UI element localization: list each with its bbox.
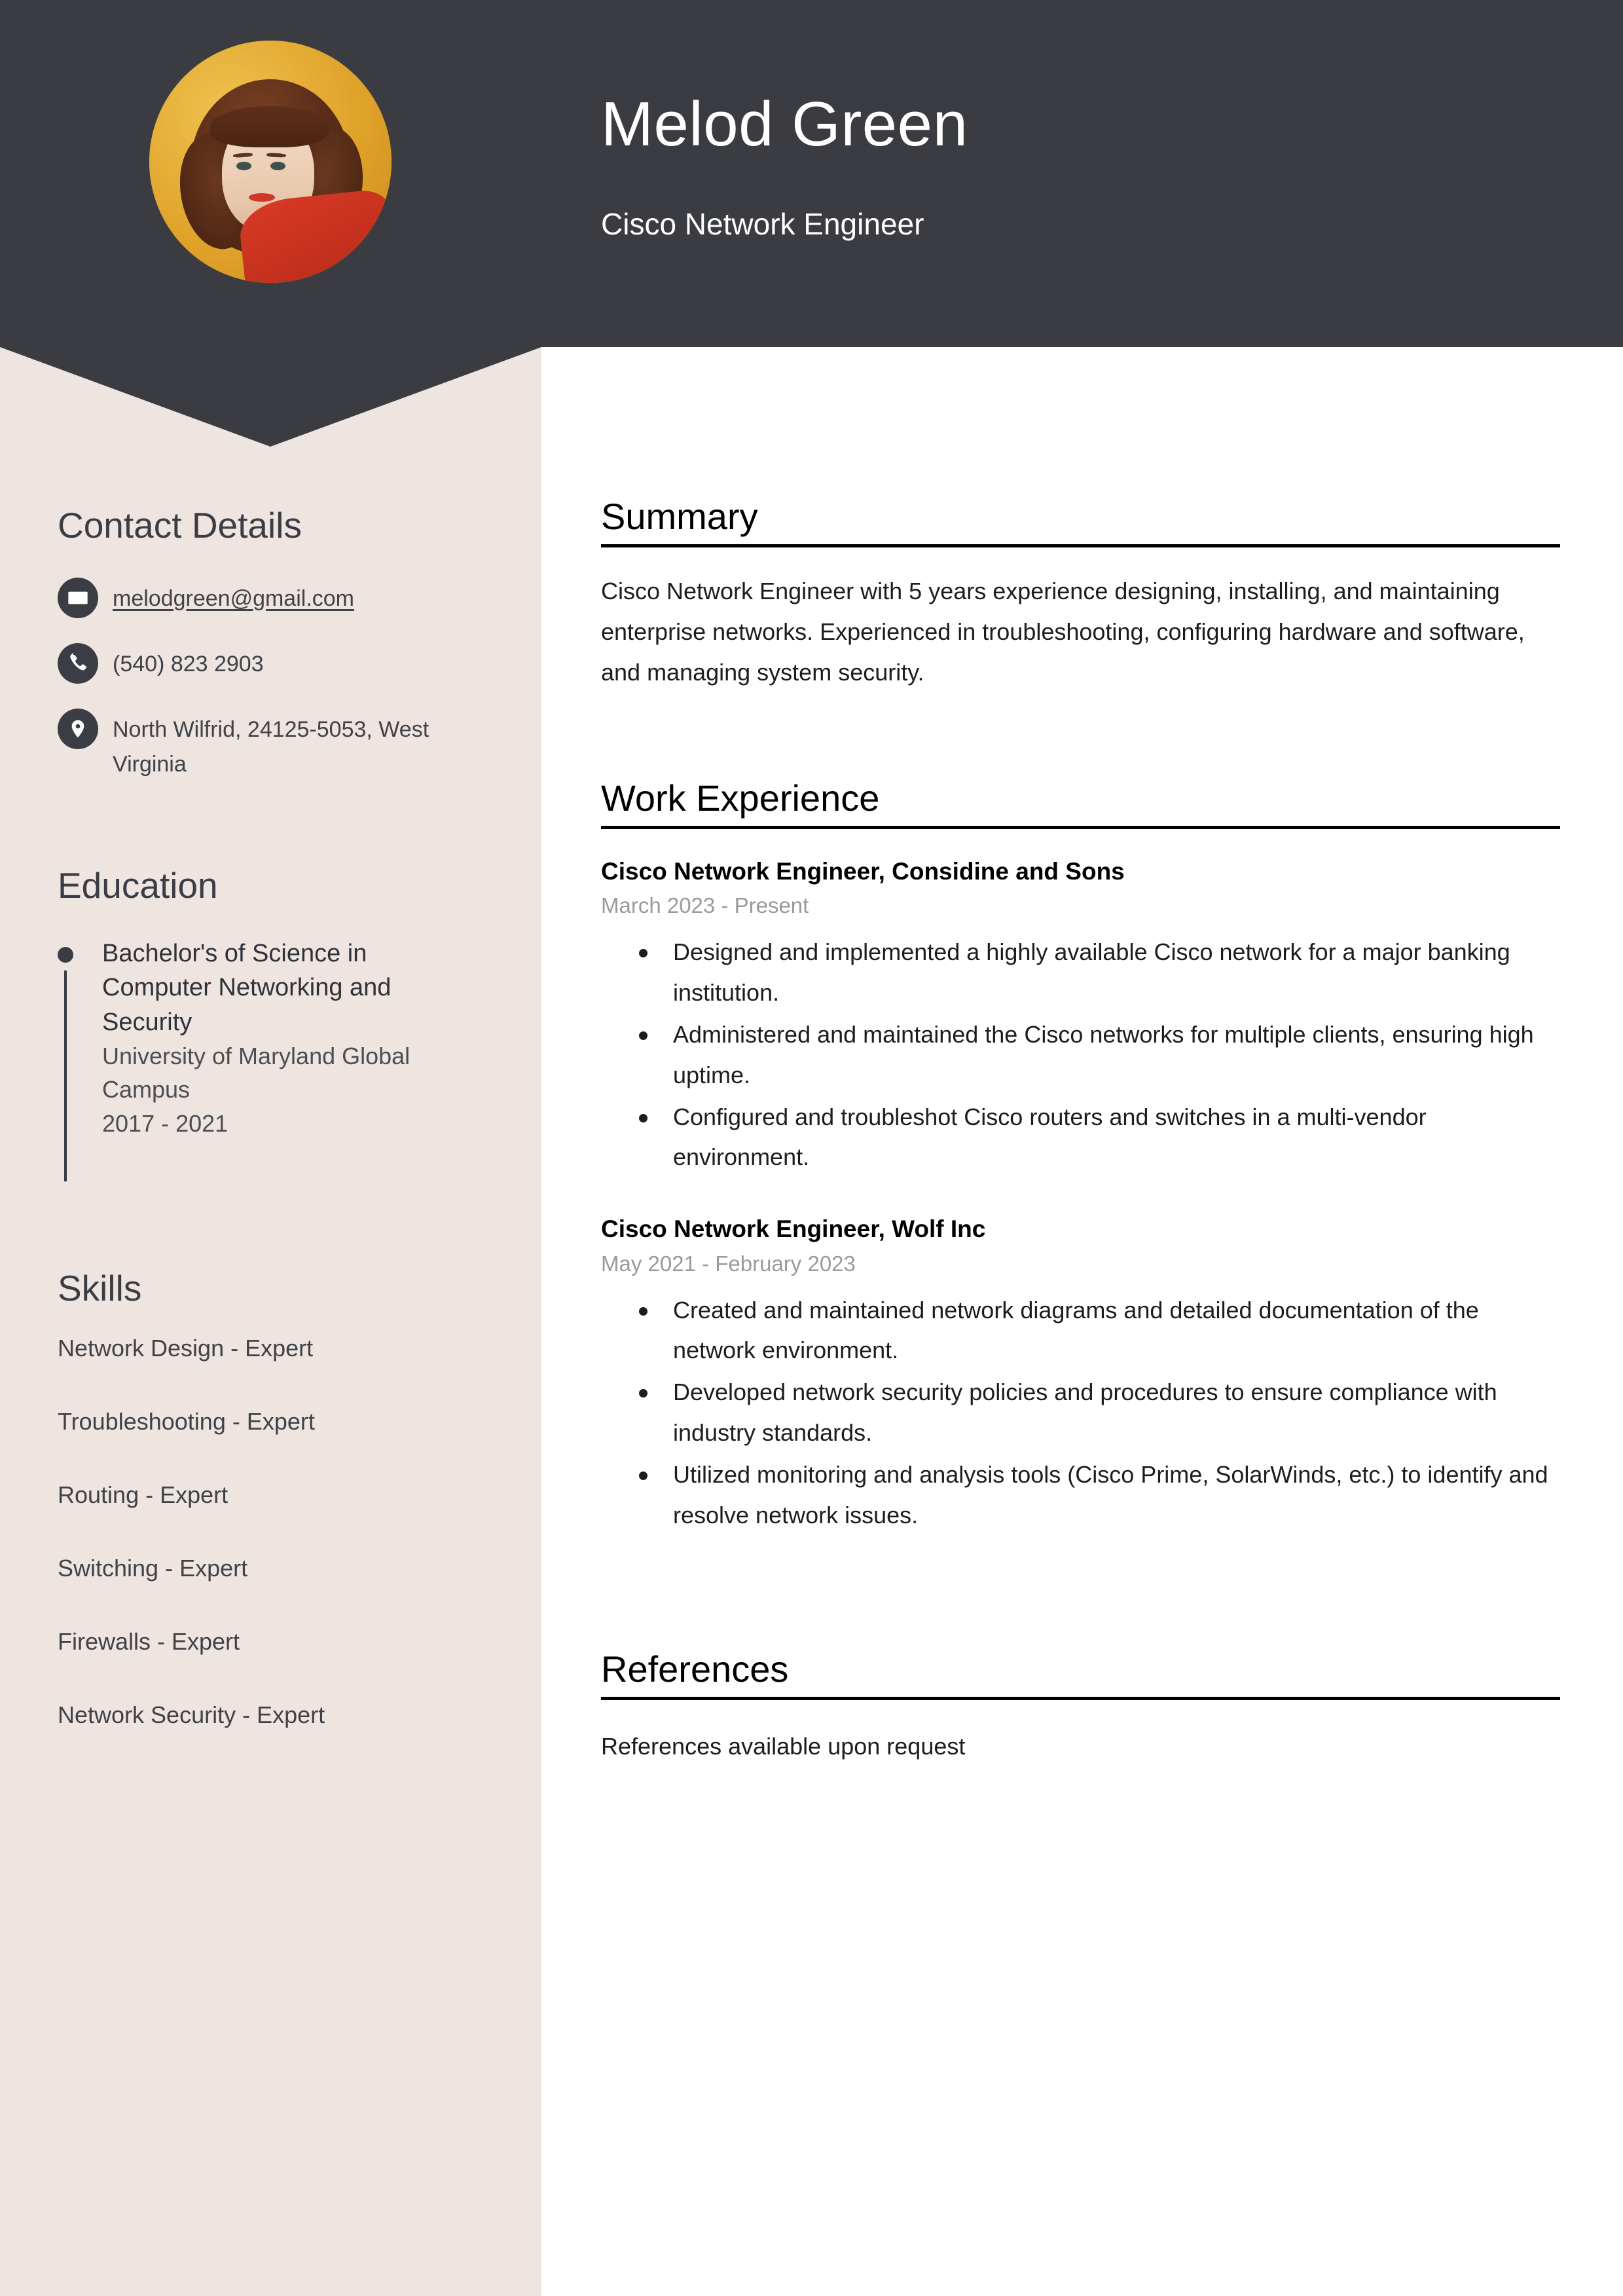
references-text: References available upon request — [601, 1732, 966, 1760]
job-bullet: Configured and troubleshot Cisco routers… — [601, 1097, 1560, 1178]
contact-details-heading: Contact Details — [58, 505, 302, 546]
phone-icon — [58, 643, 98, 684]
education-school: University of Maryland Global Campus — [102, 1043, 410, 1103]
job-dates: May 2021 - February 2023 — [601, 1251, 856, 1276]
job-bullets: Designed and implemented a highly availa… — [601, 932, 1560, 1177]
skills-list: Network Design - Expert Troubleshooting … — [58, 1335, 516, 1775]
contact-list: melodgreen@gmail.com (540) 823 2903 Nort… — [58, 578, 516, 806]
references-heading: References — [601, 1648, 789, 1690]
job-bullet: Developed network security policies and … — [601, 1372, 1560, 1453]
skill-item: Network Security - Expert — [58, 1701, 325, 1728]
skill-item: Firewalls - Expert — [58, 1628, 240, 1655]
education-entry: Bachelor's of Science in Computer Networ… — [58, 936, 516, 1181]
education-timeline-line — [64, 971, 67, 1181]
contact-location-value: North Wilfrid, 24125-5053, West Virginia — [113, 717, 429, 777]
summary-divider — [601, 544, 1560, 547]
job-dates: March 2023 - Present — [601, 893, 809, 918]
avatar-fringe — [210, 105, 329, 147]
job-role: Cisco Network Engineer, Considine and So… — [601, 857, 1125, 885]
skill-item: Troubleshooting - Expert — [58, 1408, 315, 1435]
job-entry: Cisco Network Engineer, Wolf Inc May 202… — [601, 1214, 1560, 1536]
job-bullet: Created and maintained network diagrams … — [601, 1290, 1560, 1371]
education-heading: Education — [58, 865, 218, 906]
references-divider — [601, 1696, 1560, 1700]
job-bullet: Administered and maintained the Cisco ne… — [601, 1014, 1560, 1096]
work-experience-heading: Work Experience — [601, 777, 880, 819]
job-bullets: Created and maintained network diagrams … — [601, 1290, 1560, 1536]
references-section: References References available upon req… — [601, 1650, 1560, 1767]
contact-item-email[interactable]: melodgreen@gmail.com — [58, 578, 516, 618]
skills-heading: Skills — [58, 1268, 142, 1308]
summary-section: Summary Cisco Network Engineer with 5 ye… — [601, 496, 1560, 693]
education-bullet-icon — [58, 947, 73, 963]
work-experience-divider — [601, 825, 1560, 829]
header-chevron-shape — [0, 347, 541, 447]
contact-phone-value: (540) 823 2903 — [113, 652, 264, 676]
job-role: Cisco Network Engineer, Wolf Inc — [601, 1215, 986, 1243]
location-pin-icon — [58, 709, 98, 749]
resume-page: Melod Green Cisco Network Engineer Conta… — [0, 0, 1623, 2296]
work-experience-section: Work Experience Cisco Network Engineer, … — [601, 779, 1560, 1537]
contact-item-phone[interactable]: (540) 823 2903 — [58, 643, 516, 684]
job-entry: Cisco Network Engineer, Considine and So… — [601, 857, 1560, 1178]
avatar-lips — [248, 193, 276, 202]
skill-item: Routing - Expert — [58, 1481, 228, 1508]
job-bullet: Designed and implemented a highly availa… — [601, 932, 1560, 1013]
job-bullet: Utilized monitoring and analysis tools (… — [601, 1454, 1560, 1536]
avatar — [149, 41, 392, 283]
contact-item-location: North Wilfrid, 24125-5053, West Virginia — [58, 709, 516, 781]
summary-heading: Summary — [601, 496, 758, 537]
education-degree: Bachelor's of Science in Computer Networ… — [102, 940, 392, 1036]
envelope-icon — [58, 578, 98, 618]
candidate-job-title: Cisco Network Engineer — [601, 207, 924, 241]
candidate-name: Melod Green — [601, 89, 968, 159]
skill-item: Network Design - Expert — [58, 1335, 314, 1361]
education-dates: 2017 - 2021 — [102, 1109, 228, 1137]
contact-email-value[interactable]: melodgreen@gmail.com — [113, 578, 354, 616]
summary-text: Cisco Network Engineer with 5 years expe… — [601, 577, 1525, 686]
skill-item: Switching - Expert — [58, 1555, 248, 1582]
